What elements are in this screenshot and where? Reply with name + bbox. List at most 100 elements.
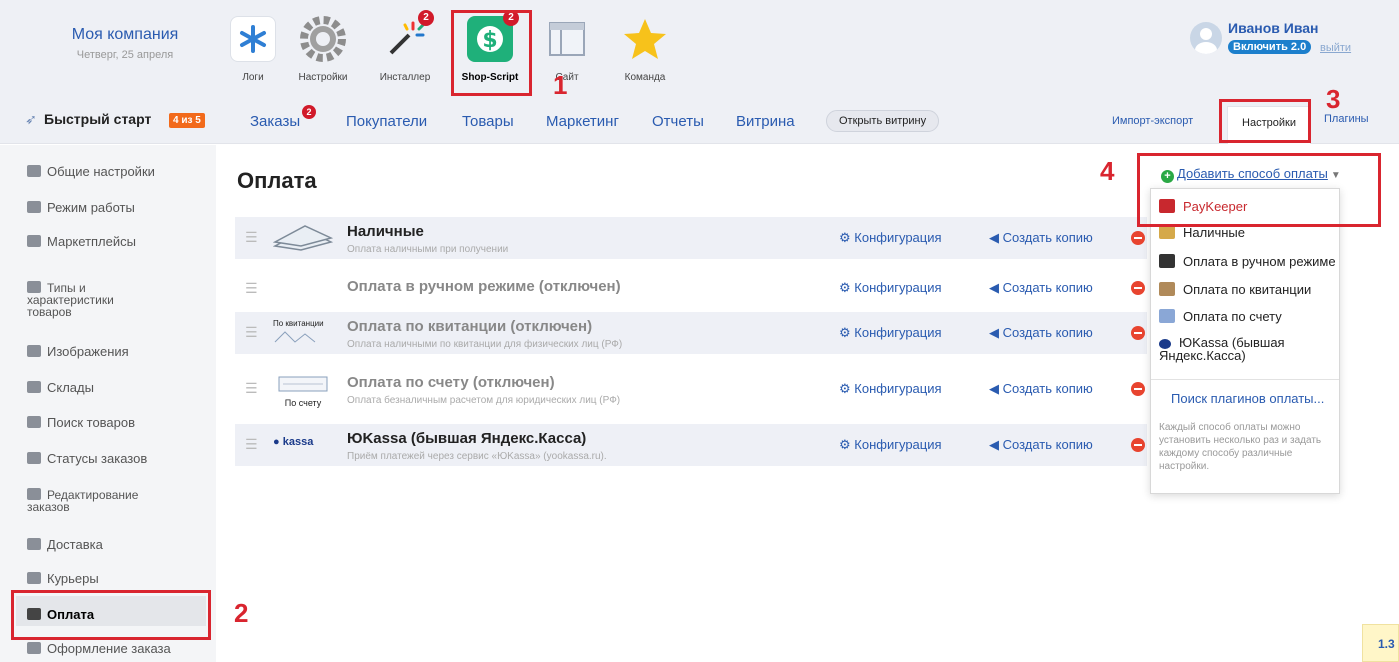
nav-storefront[interactable]: Витрина	[736, 113, 795, 130]
copy-link[interactable]: ◀ Создать копию	[989, 325, 1093, 341]
company-block[interactable]: Моя компания Четверг, 25 апреля	[40, 26, 210, 61]
sidebar-item-order-statuses[interactable]: Статусы заказов	[27, 452, 147, 465]
configure-link[interactable]: ⚙ Конфигурация	[839, 230, 942, 246]
dropdown-note: Каждый способ оплаты можно установить не…	[1159, 422, 1322, 472]
sidebar-item-product-types[interactable]: Типы и характеристики товаров	[27, 281, 114, 318]
payment-name[interactable]: Оплата в ручном режиме (отключен)	[347, 278, 621, 295]
sidebar-item-marketplaces[interactable]: Маркетплейсы	[27, 235, 136, 248]
steps-badge: 4 из 5	[169, 113, 205, 128]
sidebar-item-order-editing[interactable]: Редактирование заказов	[27, 488, 138, 513]
app-label: Логи	[242, 72, 264, 83]
delete-icon[interactable]	[1131, 281, 1145, 295]
quick-start-link[interactable]: ➶ Быстрый старт	[22, 111, 151, 128]
drag-handle-icon[interactable]: ☰	[245, 280, 258, 297]
app-installer[interactable]: 2 Инсталлер	[370, 10, 440, 83]
receipt-icon: По квитанции	[273, 319, 333, 347]
sidebar-item-checkout[interactable]: Оформление заказа	[27, 642, 171, 655]
drag-handle-icon[interactable]: ☰	[245, 380, 258, 397]
payment-row[interactable]: ☰ По квитанции Оплата по квитанции (откл…	[235, 312, 1147, 354]
sidebar-item-couriers[interactable]: Курьеры	[27, 572, 99, 585]
cash-icon	[273, 225, 333, 251]
search-payment-plugins-link[interactable]: Поиск плагинов оплаты...	[1171, 391, 1324, 406]
user-name[interactable]: Иванов Иван	[1228, 20, 1319, 36]
annotation-box-4	[1137, 153, 1381, 227]
drag-handle-icon[interactable]: ☰	[245, 229, 258, 246]
payment-row[interactable]: ☰ По счету Оплата по счету (отключен) Оп…	[235, 368, 1147, 410]
nav-reports[interactable]: Отчеты	[652, 113, 704, 130]
copy-label: Создать копию	[1002, 230, 1093, 245]
nav-marketing[interactable]: Маркетинг	[546, 113, 619, 130]
current-date: Четверг, 25 апреля	[76, 49, 174, 61]
copy-label: Создать копию	[1002, 437, 1093, 452]
app-label: Инсталлер	[379, 72, 431, 83]
version-badge[interactable]: 1.3	[1362, 624, 1399, 662]
sidebar-item-images[interactable]: Изображения	[27, 345, 129, 358]
add-payment-dropdown: PayKeeper Наличные Оплата в ручном режим…	[1150, 188, 1340, 494]
drag-handle-icon[interactable]: ☰	[245, 324, 258, 341]
payment-row[interactable]: ☰ Оплата в ручном режиме (отключен) ⚙ Ко…	[235, 268, 1147, 306]
payment-row[interactable]: ☰ ● kassa ЮKassa (бывшая Яндекс.Касса) П…	[235, 424, 1147, 466]
dropdown-item-cash[interactable]: Наличные	[1159, 225, 1245, 240]
thumb-text: kassa	[282, 436, 314, 448]
copy-link[interactable]: ◀ Создать копию	[989, 280, 1093, 296]
rocket-icon: ➶	[25, 111, 37, 127]
nav-products[interactable]: Товары	[462, 113, 514, 130]
configure-link[interactable]: ⚙ Конфигурация	[839, 437, 942, 453]
copy-link[interactable]: ◀ Создать копию	[989, 437, 1093, 453]
copy-link[interactable]: ◀ Создать копию	[989, 230, 1093, 246]
star-person-icon	[622, 16, 668, 62]
configure-label: Конфигурация	[854, 280, 942, 295]
box-icon	[27, 381, 41, 393]
sidebar-item-label: Склады	[47, 380, 94, 395]
nav-import-export[interactable]: Импорт-экспорт	[1112, 115, 1193, 127]
drag-handle-icon[interactable]: ☰	[245, 436, 258, 453]
payment-name[interactable]: Оплата по счету (отключен)	[347, 374, 555, 391]
avatar[interactable]	[1190, 22, 1222, 54]
dropdown-item-manual[interactable]: Оплата в ручном режиме	[1159, 254, 1336, 269]
company-name[interactable]: Моя компания	[40, 26, 210, 44]
payment-name[interactable]: Наличные	[347, 223, 424, 240]
delete-icon[interactable]	[1131, 326, 1145, 340]
sidebar-item-warehouses[interactable]: Склады	[27, 381, 94, 394]
configure-link[interactable]: ⚙ Конфигурация	[839, 280, 942, 296]
images-icon	[27, 345, 41, 357]
sidebar-item-label: Маркетплейсы	[47, 234, 136, 249]
sidebar-item-label: Режим работы	[47, 200, 135, 215]
yookassa-logo: ● kassa	[273, 436, 314, 448]
dropdown-item-yookassa[interactable]: ЮKassa (бывшая Яндекс.Касса)	[1159, 336, 1285, 362]
sidebar-item-general[interactable]: Общие настройки	[27, 165, 155, 178]
gear-icon: ⚙	[839, 280, 855, 295]
payment-row[interactable]: ☰ Наличные Оплата наличными при получени…	[235, 217, 1147, 259]
delete-icon[interactable]	[1131, 231, 1145, 245]
copy-link[interactable]: ◀ Создать копию	[989, 381, 1093, 397]
sidebar-item-label: Курьеры	[47, 571, 99, 586]
payment-name[interactable]: Оплата по квитанции (отключен)	[347, 318, 592, 335]
asterisk-icon	[230, 16, 276, 62]
logout-link[interactable]: выйти	[1320, 42, 1351, 54]
delete-icon[interactable]	[1131, 382, 1145, 396]
app-label: Команда	[624, 72, 666, 83]
enable-2-0-button[interactable]: Включить 2.0	[1228, 40, 1312, 54]
app-settings[interactable]: Настройки	[288, 16, 358, 83]
annotation-number-3: 3	[1326, 84, 1341, 114]
configure-link[interactable]: ⚙ Конфигурация	[839, 381, 942, 397]
dropdown-item-label: ЮKassa (бывшая Яндекс.Касса)	[1159, 335, 1285, 363]
app-logs[interactable]: Логи	[218, 16, 288, 83]
nav-customers[interactable]: Покупатели	[346, 113, 427, 130]
main-nav: ➶ Быстрый старт 4 из 5 Заказы 2 Покупател…	[0, 98, 1399, 144]
configure-link[interactable]: ⚙ Конфигурация	[839, 325, 942, 341]
app-team[interactable]: Команда	[610, 16, 680, 83]
nav-orders[interactable]: Заказы	[250, 113, 300, 130]
delete-icon[interactable]	[1131, 438, 1145, 452]
dropdown-item-invoice[interactable]: Оплата по счету	[1159, 309, 1282, 324]
sidebar-item-product-search[interactable]: Поиск товаров	[27, 416, 135, 429]
configure-label: Конфигурация	[854, 381, 942, 396]
open-storefront-button[interactable]: Открыть витрину	[826, 110, 940, 132]
sidebar-item-schedule[interactable]: Режим работы	[27, 201, 135, 214]
wallet-icon	[1159, 254, 1175, 268]
gear-icon	[300, 16, 346, 62]
payment-name[interactable]: ЮKassa (бывшая Яндекс.Касса)	[347, 430, 586, 447]
sidebar-item-shipping[interactable]: Доставка	[27, 538, 103, 551]
dropdown-item-receipt[interactable]: Оплата по квитанции	[1159, 282, 1311, 297]
configure-label: Конфигурация	[854, 325, 942, 340]
